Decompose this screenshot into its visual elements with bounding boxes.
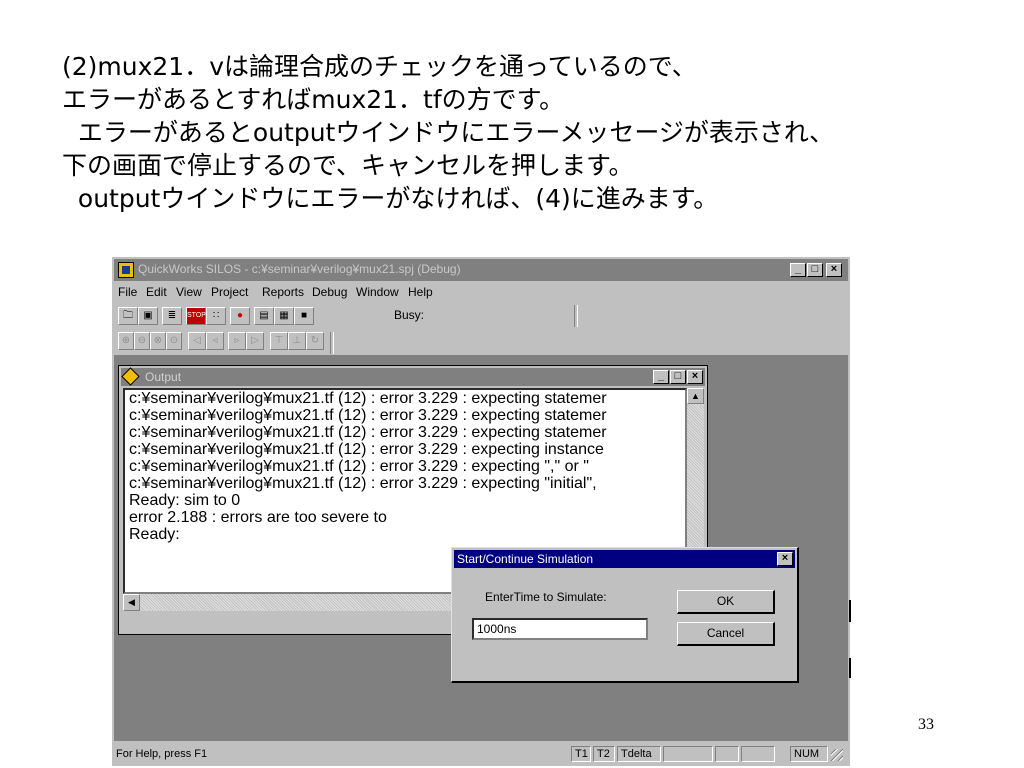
scroll-left-icon[interactable]: ◀ [123,594,140,611]
scroll-up-icon[interactable]: ▲ [687,388,704,404]
record-icon[interactable]: ● [230,307,250,325]
prev-icon[interactable]: ◃ [206,332,224,350]
minimize-button[interactable]: _ [790,263,806,277]
time-input[interactable]: 1000ns [472,618,648,640]
close-button[interactable]: × [826,263,842,277]
dialog-close-button[interactable]: × [777,552,793,566]
slide-line: エラーがあるとoutputウインドウにエラーメッセージが表示され、 [62,118,835,147]
toolbar-separator [574,305,578,327]
log-line: c:¥seminar¥verilog¥mux21.tf (12) : error… [129,475,597,492]
menu-debug[interactable]: Debug [312,285,347,299]
t1-marker-icon[interactable]: ⊤ [270,332,288,350]
status-empty-2 [715,746,739,762]
maximize-button[interactable]: □ [807,263,823,277]
status-help-text: For Help, press F1 [116,748,208,760]
main-toolbar: 🗀 ▣ ≣ STOP ∷ ● ▤ ▦ ■ Busy: [114,303,848,329]
stop-icon[interactable]: STOP [186,307,206,325]
window-title: QuickWorks SILOS - c:¥seminar¥verilog¥mu… [138,262,461,276]
status-t1: T1 [571,746,591,762]
status-tdelta: Tdelta [617,746,661,762]
cancel-button[interactable]: Cancel [677,622,775,646]
status-num: NUM [790,746,828,762]
time-label: EnterTime to Simulate: [485,590,607,604]
log-line: error 2.188 : errors are too severe to [129,509,387,526]
log-line: c:¥seminar¥verilog¥mux21.tf (12) : error… [129,407,607,424]
edge-mark [849,600,851,622]
save-icon[interactable]: ▣ [138,307,158,325]
menu-view[interactable]: View [176,285,202,299]
toolbar-separator [330,332,334,354]
log-line: c:¥seminar¥verilog¥mux21.tf (12) : error… [129,458,589,475]
hierarchy-icon[interactable]: ▦ [274,307,294,325]
t2-marker-icon[interactable]: ⊥ [288,332,306,350]
log-line: Ready: sim to 0 [129,492,241,509]
refresh-icon[interactable]: ↻ [306,332,324,350]
zoom-full-icon[interactable]: ⊙ [166,332,182,350]
slide-line: outputウインドウにエラーがなければ、(4)に進みます。 [62,184,719,213]
zoom-toolbar: ⊕ ⊖ ⊗ ⊙ ◁ ◃ ▹ ▷ ⊤ ⊥ ↻ [114,330,848,354]
dialog-titlebar[interactable]: Start/Continue Simulation × [454,550,795,568]
menu-reports[interactable]: Reports [262,285,304,299]
menu-edit[interactable]: Edit [146,285,167,299]
status-empty-1 [663,746,713,762]
start-simulation-dialog: Start/Continue Simulation × EnterTime to… [451,547,799,683]
menu-file[interactable]: File [118,285,137,299]
zoom-out-icon[interactable]: ⊖ [134,332,150,350]
resize-grip-icon[interactable] [831,749,843,761]
menu-help[interactable]: Help [408,285,433,299]
statusbar: For Help, press F1 T1 T2 Tdelta NUM [114,745,848,765]
window-titlebar[interactable]: QuickWorks SILOS - c:¥seminar¥verilog¥mu… [114,259,848,281]
log-line: Ready: [129,526,180,543]
dialog-title: Start/Continue Simulation [457,552,594,566]
ok-button[interactable]: OK [677,590,775,614]
output-maximize-button[interactable]: □ [670,370,686,384]
busy-label: Busy: [394,308,425,322]
print-icon[interactable]: ≣ [162,307,182,325]
silos-window: QuickWorks SILOS - c:¥seminar¥verilog¥mu… [112,257,850,766]
app-icon[interactable] [118,262,134,278]
slide-line: 下の画面で停止するので、キャンセルを押します。 [62,151,634,180]
log-line: c:¥seminar¥verilog¥mux21.tf (12) : error… [129,441,604,458]
page-number: 33 [918,716,934,733]
zoom-in-icon[interactable]: ⊕ [118,332,134,350]
menu-window[interactable]: Window [356,285,399,299]
output-window-icon[interactable] [121,367,140,386]
log-line: c:¥seminar¥verilog¥mux21.tf (12) : error… [129,390,607,407]
menubar: File Edit View Project Reports Debug Win… [114,282,848,302]
zoom-fit-icon[interactable]: ⊗ [150,332,166,350]
output-title: Output [145,370,182,384]
slide-line: エラーがあるとすればmux21．tfの方です。 [62,85,565,114]
log-line: c:¥seminar¥verilog¥mux21.tf (12) : error… [129,424,607,441]
status-t2: T2 [593,746,615,762]
output-titlebar[interactable]: Output _ □ × [121,367,705,386]
step-icon[interactable]: ∷ [206,307,226,325]
output-minimize-button[interactable]: _ [653,370,669,384]
menu-project[interactable]: Project [211,285,248,299]
block-icon[interactable]: ■ [294,307,314,325]
output-close-button[interactable]: × [687,370,703,384]
edge-mark [849,658,851,678]
open-icon[interactable]: 🗀 [118,307,138,325]
waveform-icon[interactable]: ▤ [254,307,274,325]
next-icon[interactable]: ▹ [228,332,246,350]
slide-text: (2)mux21．vは論理合成のチェックを通っているので、 エラーがあるとすれば… [62,50,1012,215]
slide-line: (2)mux21．vは論理合成のチェックを通っているので、 [62,52,697,81]
prev-edge-icon[interactable]: ◁ [188,332,206,350]
next-edge-icon[interactable]: ▷ [246,332,264,350]
status-empty-3 [741,746,775,762]
